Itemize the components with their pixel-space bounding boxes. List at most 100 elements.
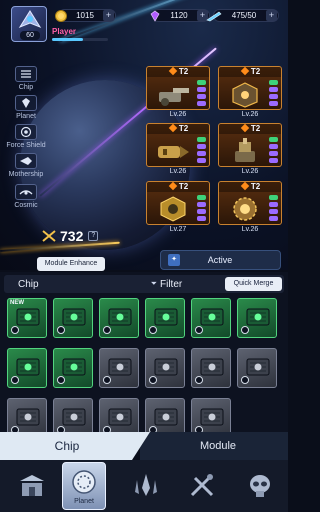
energy-value: 475/50 — [231, 11, 257, 20]
active-tab[interactable]: ✦ Active — [160, 250, 281, 270]
chip-slot[interactable]: NEW — [7, 298, 47, 338]
chip-slot[interactable] — [145, 348, 185, 388]
chip-slot[interactable] — [191, 348, 231, 388]
side-menu-mothership[interactable]: Mothership — [4, 153, 48, 178]
module-tier: T2 — [250, 182, 261, 191]
nav-alien[interactable] — [238, 466, 282, 506]
chip-icon — [62, 308, 86, 326]
chip-icon — [246, 308, 270, 326]
nav-planet-label: Planet — [74, 497, 94, 505]
chip-type-badge — [57, 326, 65, 334]
chip-slot[interactable] — [53, 298, 93, 338]
ship-portrait-icon — [18, 10, 42, 29]
xp-bar — [52, 38, 108, 41]
module-level: Lv.26 — [241, 226, 259, 233]
list-icon — [15, 66, 37, 82]
module-level: Lv.26 — [241, 111, 259, 118]
alien-skull-icon — [250, 475, 270, 497]
chip-icon — [16, 308, 40, 326]
module-tier: T2 — [250, 67, 261, 76]
chip-slot[interactable] — [99, 298, 139, 338]
nav-shop[interactable] — [10, 466, 54, 506]
cube-module-icon — [232, 82, 258, 108]
chip-slot[interactable] — [237, 348, 277, 388]
chip-icon — [246, 358, 270, 376]
chip-slot[interactable] — [99, 348, 139, 388]
planet-badge-icon — [72, 469, 96, 494]
chip-slot[interactable] — [237, 298, 277, 338]
chip-slot[interactable] — [145, 298, 185, 338]
chip-icon — [108, 408, 132, 426]
chip-slot[interactable] — [191, 298, 231, 338]
active-icon: ✦ — [168, 254, 180, 266]
crossed-swords-icon — [42, 230, 56, 242]
add-energy-button[interactable]: + — [266, 10, 277, 21]
module-card[interactable]: T2 Lv.26 — [218, 66, 282, 120]
side-menu-label: Cosmic — [14, 202, 38, 209]
cannon-module-icon — [159, 88, 189, 106]
module-level: Lv.26 — [241, 168, 259, 175]
module-card[interactable]: T2 Lv.27 — [146, 181, 210, 235]
chip-icon — [154, 308, 178, 326]
side-menu-planet[interactable]: Planet — [4, 95, 48, 120]
chip-segment-tab[interactable]: Chip — [0, 432, 150, 460]
chip-slot[interactable] — [7, 348, 47, 388]
nav-fleet[interactable] — [124, 466, 168, 506]
chip-icon — [200, 408, 224, 426]
power-help-button[interactable]: ? — [88, 231, 99, 241]
gem-value: 1120 — [170, 11, 188, 20]
chip-type-badge — [149, 326, 157, 334]
side-menu-chip[interactable]: Chip — [4, 66, 48, 91]
chip-type-badge — [241, 376, 249, 384]
active-tab-label: Active — [207, 255, 233, 265]
ship-energy-icon — [206, 11, 222, 21]
top-bar: 60 Player 1015 + 1120 + 475/50 + — [0, 0, 288, 48]
side-menu-label: Planet — [16, 113, 36, 120]
chip-type-badge — [103, 326, 111, 334]
chip-type-badge — [241, 326, 249, 334]
chip-inventory-panel: Chip ⏷ Filter Quick Merge NEW — [0, 272, 288, 438]
drill-module-icon — [158, 146, 189, 158]
power-display: 732 ? — [42, 228, 99, 244]
module-enhance-button[interactable]: Module Enhance — [37, 257, 105, 271]
side-menu-force-shield[interactable]: Force Shield — [4, 124, 48, 149]
module-card[interactable]: T2 Lv.26 — [218, 181, 282, 235]
chip-icon — [62, 408, 86, 426]
chip-type-badge — [149, 376, 157, 384]
chip-icon — [200, 358, 224, 376]
module-card[interactable]: T2 Lv.26 — [218, 123, 282, 177]
chip-type-badge — [11, 326, 19, 334]
chip-type-badge — [103, 376, 111, 384]
side-menu-cosmic[interactable]: Cosmic — [4, 184, 48, 209]
quick-merge-button[interactable]: Quick Merge — [225, 277, 282, 291]
add-gold-button[interactable]: + — [103, 10, 114, 21]
module-tier: T2 — [178, 67, 189, 76]
mothership-icon — [15, 153, 37, 169]
gold-value: 1015 — [76, 11, 94, 20]
fleet-icon — [135, 474, 157, 496]
chip-icon — [16, 408, 40, 426]
side-menu-label: Mothership — [8, 171, 44, 178]
player-level: 60 — [20, 31, 40, 40]
module-card[interactable]: T2 Lv.26 — [146, 66, 210, 120]
turret-module-icon — [235, 138, 255, 162]
chip-slot[interactable] — [53, 348, 93, 388]
chip-icon — [62, 358, 86, 376]
energy-counter: 475/50 + — [206, 9, 279, 22]
tools-icon — [190, 474, 214, 497]
module-tier: T2 — [178, 124, 189, 133]
module-level: Lv.26 — [169, 168, 187, 175]
nav-planet[interactable]: Planet — [62, 462, 106, 510]
nav-tools[interactable] — [180, 466, 224, 506]
filter-icon: ⏷ — [150, 279, 157, 288]
player-name: Player — [52, 27, 77, 36]
filter-button[interactable]: ⏷ Filter — [151, 279, 183, 290]
gold-counter: 1015 + — [55, 9, 116, 22]
avatar[interactable]: 60 — [11, 6, 47, 42]
module-card[interactable]: T2 Lv.26 — [146, 123, 210, 177]
module-segment-tab[interactable]: Module — [140, 432, 288, 460]
chip-icon — [108, 308, 132, 326]
chip-icon — [16, 358, 40, 376]
side-menu-label: Chip — [18, 84, 34, 91]
force-shield-icon — [15, 124, 37, 140]
